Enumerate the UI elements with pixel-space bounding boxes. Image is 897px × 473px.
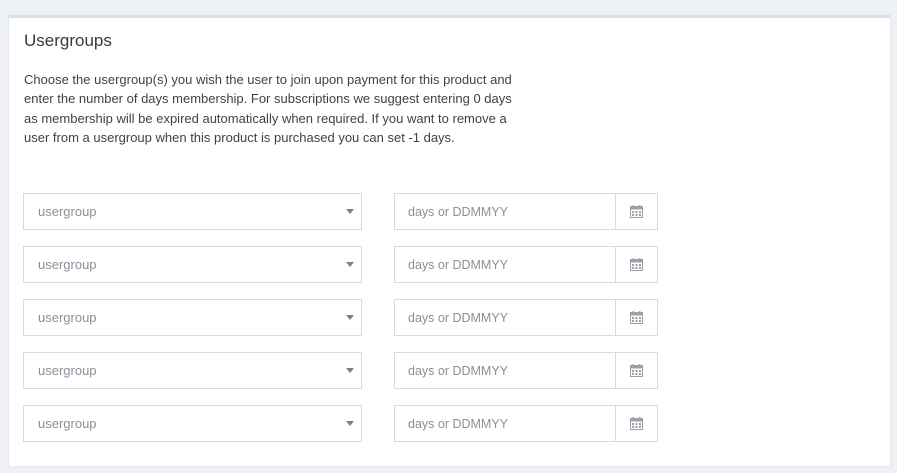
calendar-icon (630, 258, 643, 271)
days-input-group (394, 352, 658, 389)
days-input[interactable] (395, 353, 615, 388)
usergroup-select[interactable]: usergroup (23, 352, 362, 389)
calendar-button[interactable] (615, 353, 657, 388)
usergroup-row: usergroup (23, 246, 663, 283)
chevron-down-icon (339, 194, 361, 229)
days-input[interactable] (395, 406, 615, 441)
chevron-down-icon (339, 300, 361, 335)
panel-description: Choose the usergroup(s) you wish the use… (24, 72, 512, 146)
days-input-group (394, 193, 658, 230)
usergroup-select-value: usergroup (38, 204, 97, 219)
calendar-button[interactable] (615, 406, 657, 441)
days-input-group (394, 299, 658, 336)
usergroup-select[interactable]: usergroup (23, 193, 362, 230)
usergroup-row: usergroup (23, 193, 663, 230)
usergroup-select[interactable]: usergroup (23, 246, 362, 283)
usergroup-select-value: usergroup (38, 363, 97, 378)
calendar-icon (630, 364, 643, 377)
usergroup-row: usergroup (23, 352, 663, 389)
usergroup-row: usergroup (23, 405, 663, 442)
days-input[interactable] (395, 300, 615, 335)
calendar-icon (630, 205, 643, 218)
calendar-button[interactable] (615, 247, 657, 282)
chevron-down-icon (339, 406, 361, 441)
days-input[interactable] (395, 194, 615, 229)
usergroup-select-value: usergroup (38, 310, 97, 325)
calendar-icon (630, 311, 643, 324)
calendar-button[interactable] (615, 194, 657, 229)
calendar-button[interactable] (615, 300, 657, 335)
usergroup-select-value: usergroup (38, 416, 97, 431)
days-input[interactable] (395, 247, 615, 282)
usergroup-select-value: usergroup (38, 257, 97, 272)
usergroup-row: usergroup (23, 299, 663, 336)
usergroup-select[interactable]: usergroup (23, 405, 362, 442)
calendar-icon (630, 417, 643, 430)
chevron-down-icon (339, 247, 361, 282)
panel-title: Usergroups (24, 31, 112, 50)
days-input-group (394, 405, 658, 442)
days-input-group (394, 246, 658, 283)
usergroup-select[interactable]: usergroup (23, 299, 362, 336)
chevron-down-icon (339, 353, 361, 388)
usergroups-panel: Usergroups Choose the usergroup(s) you w… (8, 15, 891, 467)
